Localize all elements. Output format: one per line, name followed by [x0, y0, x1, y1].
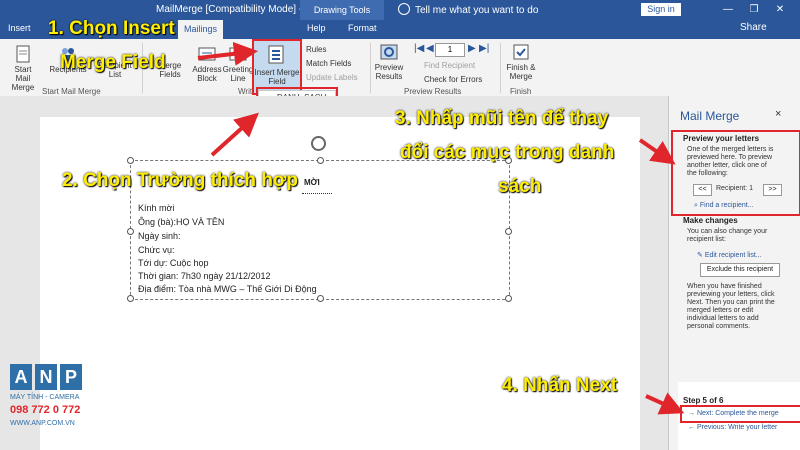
- exclude-recipient-button[interactable]: Exclude this recipient: [700, 263, 780, 277]
- pane-close-icon[interactable]: ×: [775, 108, 781, 120]
- last-record-icon[interactable]: ▶|: [479, 43, 489, 54]
- logo-tagline: MÁY TÍNH - CAMERA: [10, 394, 80, 401]
- logo-phone: 098 772 0 772: [10, 404, 81, 416]
- annotation-step4: 4. Nhấn Next: [502, 375, 618, 396]
- close-button[interactable]: ✕: [772, 2, 788, 17]
- annotation-step1-line1: 1. Chọn Insert: [48, 18, 175, 39]
- tab-mailings[interactable]: Mailings: [178, 20, 224, 39]
- finish-text: merged letters or edit: [687, 307, 754, 314]
- preview-results-button[interactable]: Preview Results: [374, 43, 404, 81]
- start-mail-merge-group-label: Start Mail Merge: [42, 87, 101, 96]
- annotation-step3-line2: đổi các mục trong danh: [400, 142, 615, 163]
- resize-handle[interactable]: [127, 295, 134, 302]
- step-label: Step 5 of 6: [683, 396, 724, 405]
- greeting-line-label: Greeting Line: [222, 65, 254, 83]
- finish-group-label: Finish: [510, 87, 532, 96]
- address-block-label: Address Block: [192, 65, 222, 83]
- finish-text: individual letters to add: [687, 315, 759, 322]
- finish-text: personal comments.: [687, 323, 751, 330]
- doc-line: Tới dự: Cuộc họp: [138, 258, 209, 268]
- update-labels-button[interactable]: Update Labels: [306, 73, 358, 82]
- preview-highlight: [671, 130, 800, 216]
- edit-list-label: Edit recipient list...: [704, 252, 762, 259]
- finish-merge-label: Finish & Merge: [506, 63, 536, 81]
- lightbulb-icon: [398, 3, 410, 15]
- tell-me-text: Tell me what you want to do: [415, 5, 539, 16]
- annotation-step2: 2. Chọn Trường thích hợp: [62, 170, 299, 191]
- word-window: MailMerge [Compatibility Mode] - Word Dr…: [0, 0, 800, 450]
- previous-record-icon[interactable]: ◀: [426, 43, 434, 54]
- doc-line: Ngày sinh:: [138, 231, 181, 241]
- share-button[interactable]: Share: [740, 22, 767, 33]
- match-fields-button[interactable]: Match Fields: [306, 59, 351, 68]
- resize-handle[interactable]: [127, 157, 134, 164]
- resize-handle[interactable]: [317, 157, 324, 164]
- doc-line: Kính mời: [138, 203, 175, 213]
- address-icon: [198, 47, 216, 61]
- anp-logo: A N P MÁY TÍNH - CAMERA 098 772 0 772 WW…: [10, 364, 110, 444]
- edit-recipient-list-link[interactable]: ✎ Edit recipient list...: [697, 251, 762, 259]
- doc-line: Thời gian: 7h30 ngày 21/12/2012: [138, 271, 271, 281]
- greeting-line-button[interactable]: Greeting Line: [222, 45, 254, 83]
- finish-text: previewing your letters, click: [687, 291, 775, 298]
- record-number-input[interactable]: 1: [435, 43, 465, 57]
- logo-letter-n: N: [35, 364, 57, 390]
- drawing-tools-label: Drawing Tools: [300, 0, 384, 20]
- annotation-step3-line1: 3. Nhấp mũi tên để thay: [395, 108, 609, 129]
- document-heading: MỜI: [304, 178, 320, 187]
- resize-handle[interactable]: [505, 295, 512, 302]
- annotation-step1-line2: Merge Field: [60, 52, 166, 73]
- tab-insert[interactable]: Insert: [8, 23, 31, 33]
- doc-line: Chức vụ:: [138, 245, 175, 255]
- start-mail-merge-button[interactable]: Start Mail Merge: [8, 45, 38, 92]
- resize-handle[interactable]: [317, 295, 324, 302]
- preview-icon: [380, 44, 398, 60]
- address-block-button[interactable]: Address Block: [192, 45, 222, 83]
- finish-text: Next. Then you can print the: [687, 299, 775, 306]
- next-highlight: [680, 405, 800, 423]
- minimize-button[interactable]: —: [720, 2, 736, 17]
- resize-handle[interactable]: [505, 228, 512, 235]
- finish-merge-button[interactable]: Finish & Merge: [506, 43, 536, 81]
- doc-line-name-field: Ông (bà):HỌ VÀ TÊN: [138, 217, 225, 227]
- find-recipient-button[interactable]: Find Recipient: [424, 61, 475, 70]
- preview-results-label: Preview Results: [374, 63, 404, 81]
- preview-group-label: Preview Results: [404, 87, 462, 96]
- doc-line: Địa điểm: Tòa nhà MWG – Thế Giới Di Động: [138, 284, 317, 294]
- document-icon: [16, 45, 30, 63]
- next-record-icon[interactable]: ▶: [468, 43, 476, 54]
- restore-button[interactable]: ❐: [746, 2, 762, 17]
- sign-in-button[interactable]: Sign in: [641, 3, 681, 16]
- logo-letter-p: P: [60, 364, 82, 390]
- tab-format[interactable]: Format: [348, 23, 377, 33]
- changes-text: recipient list:: [687, 236, 726, 243]
- changes-heading: Make changes: [683, 216, 738, 225]
- annotation-step3-line3: sách: [498, 176, 542, 197]
- rules-button[interactable]: Rules: [306, 45, 326, 54]
- ribbon-divider: [500, 43, 501, 93]
- changes-text: You can also change your: [687, 228, 768, 235]
- start-mail-merge-label: Start Mail Merge: [11, 65, 35, 92]
- title-bar: MailMerge [Compatibility Mode] - Word Dr…: [0, 0, 800, 20]
- greeting-icon: [229, 47, 247, 61]
- logo-website: WWW.ANP.COM.VN: [10, 420, 75, 427]
- rotate-handle-icon[interactable]: [311, 136, 326, 151]
- tell-me-box[interactable]: Tell me what you want to do: [398, 3, 538, 16]
- check-errors-button[interactable]: Check for Errors: [424, 75, 482, 84]
- heading-underline: [302, 193, 332, 194]
- finish-text: When you have finished: [687, 283, 762, 290]
- tab-help[interactable]: Help: [307, 23, 326, 33]
- previous-write-letter-link[interactable]: ← Previous: Write your letter: [688, 424, 777, 431]
- prev-link-label: Previous: Write your letter: [696, 424, 778, 431]
- pane-title: Mail Merge: [680, 109, 740, 123]
- finish-icon: [513, 44, 529, 60]
- logo-letter-a: A: [10, 364, 32, 390]
- ribbon-divider: [370, 43, 371, 93]
- first-record-icon[interactable]: |◀: [414, 43, 424, 54]
- resize-handle[interactable]: [127, 228, 134, 235]
